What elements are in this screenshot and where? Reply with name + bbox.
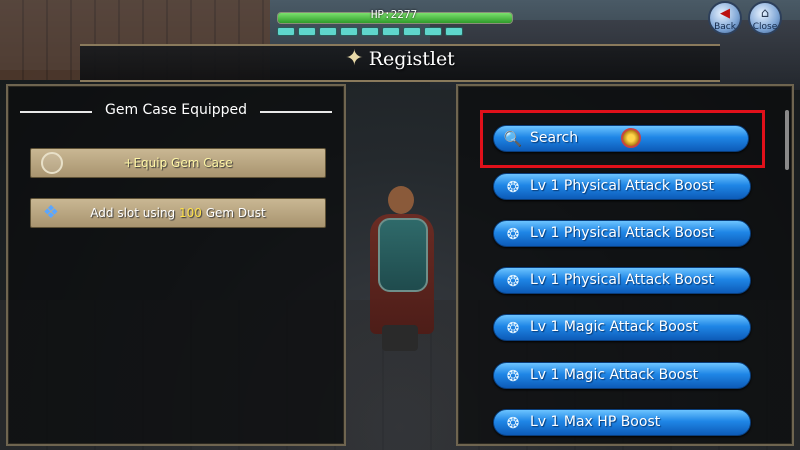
magnifier-icon: 🔍 xyxy=(503,130,523,148)
registlet-card-icon: ❂ xyxy=(506,367,520,385)
registlet-item-button[interactable]: ❂ Lv 1 Magic Attack Boost xyxy=(493,362,751,389)
add-slot-suffix: Gem Dust xyxy=(201,206,266,220)
character-armor xyxy=(378,218,428,292)
sp-segment xyxy=(445,27,463,36)
character-head xyxy=(388,186,414,214)
add-slot-button[interactable]: ❖ Add slot using 100 Gem Dust xyxy=(30,198,326,228)
registlet-card-icon: ❂ xyxy=(506,272,520,290)
registlet-card-icon: ❂ xyxy=(506,319,520,337)
character-legs xyxy=(382,325,418,351)
sp-segment xyxy=(298,27,316,36)
registlet-item-label: Lv 1 Max HP Boost xyxy=(530,414,661,430)
sp-segment xyxy=(277,27,295,36)
registlet-item-button[interactable]: ❂ Lv 1 Physical Attack Boost xyxy=(493,220,751,247)
sp-segment xyxy=(403,27,421,36)
search-button[interactable]: 🔍 Search xyxy=(493,125,749,152)
registlet-card-icon: ❂ xyxy=(506,225,520,243)
sp-segment xyxy=(319,27,337,36)
gold-coin-icon xyxy=(621,128,641,148)
registlet-item-label: Lv 1 Physical Attack Boost xyxy=(530,178,714,194)
registlet-item-label: Lv 1 Magic Attack Boost xyxy=(530,367,699,383)
divider-right xyxy=(260,111,332,113)
sp-segment xyxy=(424,27,442,36)
registlet-item-label: Lv 1 Physical Attack Boost xyxy=(530,272,714,288)
registlet-item-label: Lv 1 Physical Attack Boost xyxy=(530,225,714,241)
sp-segment xyxy=(382,27,400,36)
registlet-item-button[interactable]: ❂ Lv 1 Max HP Boost xyxy=(493,409,751,436)
registlet-item-button[interactable]: ❂ Lv 1 Physical Attack Boost xyxy=(493,267,751,294)
close-label: Close xyxy=(752,22,778,32)
back-label: Back xyxy=(714,22,736,32)
registlet-item-button[interactable]: ❂ Lv 1 Physical Attack Boost xyxy=(493,173,751,200)
title: ✦ Registlet xyxy=(300,46,500,76)
sp-segment xyxy=(361,27,379,36)
registlet-item-button[interactable]: ❂ Lv 1 Magic Attack Boost xyxy=(493,314,751,341)
close-button[interactable]: ⌂ Close xyxy=(748,1,782,35)
equip-gem-case-label: +Equip Gem Case xyxy=(123,156,233,170)
hp-text: HP:2277 xyxy=(370,8,418,21)
back-button[interactable]: ◀ Back xyxy=(708,1,742,35)
page-title: Registlet xyxy=(368,47,455,70)
player-character xyxy=(350,180,450,355)
gem-case-panel: Gem Case Equipped +Equip Gem Case ❖ Add … xyxy=(6,84,346,446)
list-scrollbar[interactable] xyxy=(785,110,789,170)
back-icon: ◀ xyxy=(720,6,730,21)
registlet-card-icon: ❂ xyxy=(506,414,520,432)
sp-segment xyxy=(340,27,358,36)
registlet-card-icon: ❂ xyxy=(506,178,520,196)
registlet-item-label: Lv 1 Magic Attack Boost xyxy=(530,319,699,335)
equip-gem-case-button[interactable]: +Equip Gem Case xyxy=(30,148,326,178)
sp-bar xyxy=(277,27,463,36)
gem-case-heading: Gem Case Equipped xyxy=(104,102,248,118)
add-slot-label: Add slot using 100 Gem Dust xyxy=(31,199,325,227)
gem-tools-icon: ✦ xyxy=(345,46,364,71)
gem-dust-amount: 100 xyxy=(179,206,202,220)
add-slot-prefix: Add slot using xyxy=(90,206,179,220)
home-icon: ⌂ xyxy=(760,6,770,21)
search-label: Search xyxy=(530,130,579,146)
